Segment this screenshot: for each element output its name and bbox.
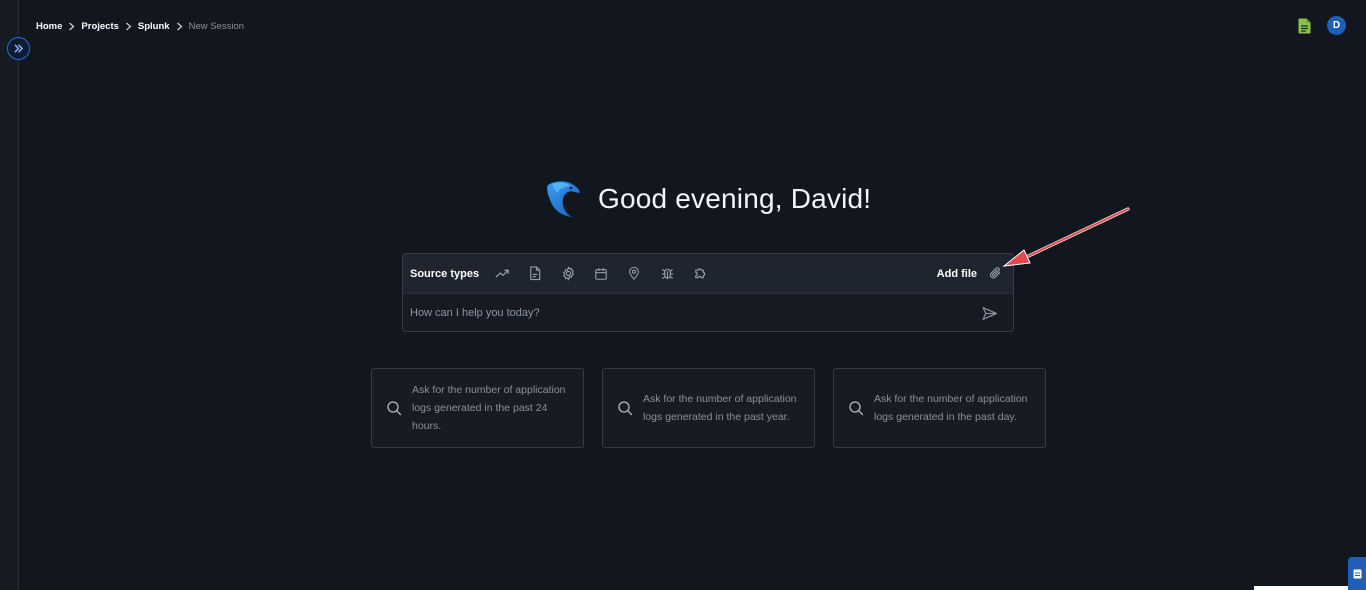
- chevron-right-icon: [68, 22, 75, 31]
- trend-icon: [495, 269, 509, 278]
- add-file-label[interactable]: Add file: [937, 268, 977, 280]
- header-actions: D: [1295, 16, 1346, 35]
- source-types-label: Source types: [410, 267, 480, 280]
- chat-composer: Source types Add file: [402, 253, 1014, 332]
- notes-button[interactable]: [1295, 17, 1313, 35]
- user-avatar[interactable]: D: [1327, 16, 1346, 35]
- location-pin-icon: [629, 266, 639, 280]
- breadcrumb-current: New Session: [188, 20, 245, 32]
- search-icon: [849, 401, 864, 416]
- calendar-source-button[interactable]: [590, 263, 612, 285]
- settings-source-button[interactable]: [557, 263, 579, 285]
- calendar-icon: [595, 267, 607, 280]
- alerts-source-button[interactable]: [656, 263, 678, 285]
- bug-icon: [661, 268, 673, 279]
- paperclip-icon: [989, 267, 1000, 279]
- chevron-right-icon: [125, 22, 132, 31]
- trend-button[interactable]: [491, 263, 513, 285]
- floating-notes-button[interactable]: [1348, 557, 1366, 590]
- expand-sidebar-button[interactable]: [7, 37, 30, 60]
- search-icon: [618, 401, 633, 416]
- composer-toolbar: Source types Add file: [403, 254, 1013, 294]
- document-icon: [530, 266, 541, 281]
- composer-input-row: [403, 294, 1013, 331]
- note-icon: [1353, 569, 1361, 578]
- suggestion-card[interactable]: Ask for the number of application logs g…: [602, 368, 815, 448]
- bird-logo-icon: [547, 181, 580, 217]
- breadcrumb-projects[interactable]: Projects: [81, 21, 119, 32]
- greeting-header: Good evening, David!: [544, 178, 871, 220]
- location-source-button[interactable]: [623, 263, 645, 285]
- send-icon: [981, 306, 997, 320]
- bottom-panel-edge: [1254, 586, 1348, 590]
- search-icon: [387, 401, 402, 416]
- chevron-right-icon: [176, 22, 183, 31]
- suggestion-card[interactable]: Ask for the number of application logs g…: [833, 368, 1046, 448]
- breadcrumb-splunk[interactable]: Splunk: [138, 21, 170, 32]
- suggestion-text: Ask for the number of application logs g…: [874, 393, 1028, 423]
- gear-icon: [562, 266, 574, 281]
- suggestion-card[interactable]: Ask for the number of application logs g…: [371, 368, 584, 448]
- attach-file-button[interactable]: [985, 264, 1005, 284]
- greeting-title: Good evening, David!: [598, 183, 872, 214]
- file-source-button[interactable]: [524, 263, 546, 285]
- suggestion-list: Ask for the number of application logs g…: [371, 368, 1046, 448]
- breadcrumb-home[interactable]: Home: [36, 21, 62, 32]
- suggestion-text: Ask for the number of application logs g…: [643, 393, 797, 423]
- puzzle-icon: [694, 268, 705, 279]
- send-button[interactable]: [979, 303, 999, 323]
- document-icon: [1298, 18, 1310, 33]
- sidebar-rail: [0, 0, 19, 590]
- breadcrumb: Home Projects Splunk New Session: [36, 19, 244, 33]
- double-chevron-right-icon: [14, 44, 23, 53]
- plugin-source-button[interactable]: [689, 263, 711, 285]
- chat-input[interactable]: [410, 307, 979, 319]
- suggestion-text: Ask for the number of application logs g…: [412, 384, 566, 432]
